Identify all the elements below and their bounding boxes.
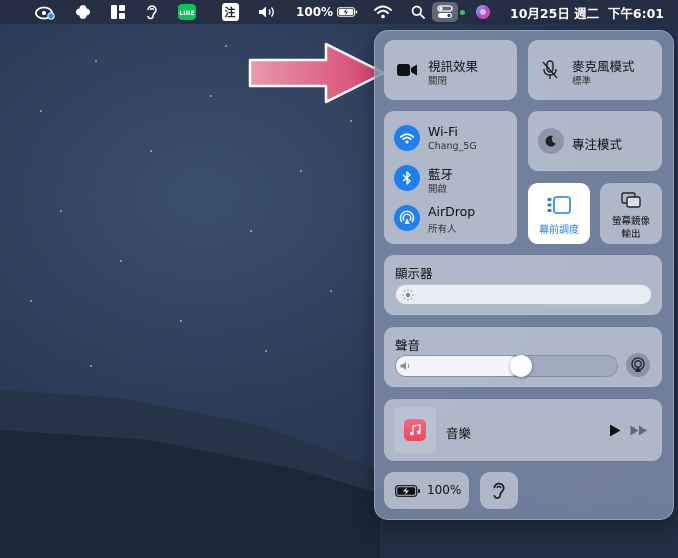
stage-manager-label: 幕前調度: [539, 225, 579, 236]
input-method-indicator[interactable]: 注: [219, 0, 241, 24]
music-app-icon: [404, 419, 426, 441]
speaker-icon: [400, 362, 410, 370]
video-camera-icon: [397, 64, 417, 76]
album-art: [394, 407, 436, 453]
brightness-sun-icon: [402, 289, 414, 301]
volume-slider-fill: [396, 356, 520, 376]
control-center-icon[interactable]: [432, 2, 458, 22]
sound-tile: 聲音: [384, 327, 662, 387]
hearing-tile[interactable]: [480, 472, 518, 509]
battery-status[interactable]: 100%: [296, 0, 358, 24]
fast-forward-button[interactable]: [630, 425, 648, 436]
screen-mirroring-tile[interactable]: 螢幕鏡像 輸出: [600, 183, 662, 244]
focus-toggle: [538, 128, 564, 154]
annotation-arrow: [248, 42, 386, 104]
screen-mirroring-icon: [621, 192, 641, 208]
window-layout-icon[interactable]: [108, 0, 128, 24]
menu-bar: LINE 注 100% 10月25日 週二 下午6:01: [0, 0, 678, 24]
battery-tile[interactable]: 100%: [384, 472, 469, 509]
airplay-audio-button[interactable]: [626, 353, 650, 377]
pinwheel-icon[interactable]: [72, 0, 94, 24]
ear-hearing-icon[interactable]: [142, 0, 162, 24]
siri-icon[interactable]: [472, 0, 494, 24]
airdrop-toggle[interactable]: [394, 205, 420, 231]
video-effects-tile[interactable]: 視訊效果 關閉: [384, 40, 517, 100]
battery-charging-icon: [395, 485, 420, 497]
moon-icon: [545, 135, 556, 147]
volume-slider-knob[interactable]: [510, 355, 532, 377]
wifi-toggle[interactable]: [394, 125, 420, 151]
connectivity-tile: Wi-Fi Chang_5G 藍牙 開啟 AirDrop 所有人: [384, 111, 517, 244]
airdrop-icon: [399, 210, 415, 224]
wifi-icon[interactable]: [372, 0, 394, 24]
spotlight-search-icon[interactable]: [408, 0, 428, 24]
stage-manager-icon: [547, 196, 571, 214]
mic-in-use-dot: [458, 0, 466, 24]
line-app-icon[interactable]: LINE: [176, 0, 198, 24]
now-playing-tile: 音樂: [384, 399, 662, 461]
ear-hearing-icon: [493, 482, 505, 499]
control-center-panel: 視訊效果 關閉 麥克風模式 標準 Wi-Fi Chang_5G 藍牙 開啟 Ai…: [374, 30, 674, 520]
volume-icon[interactable]: [256, 0, 280, 24]
brightness-slider[interactable]: [395, 284, 652, 305]
battery-charging-icon: [337, 7, 358, 17]
svg-text:LINE: LINE: [179, 10, 194, 17]
clock-datetime[interactable]: 10月25日 週二 下午6:01: [502, 0, 672, 24]
focus-mode-tile[interactable]: 專注模式: [528, 111, 662, 171]
stage-manager-tile[interactable]: 幕前調度: [528, 183, 590, 244]
play-button[interactable]: [609, 424, 621, 437]
bluetooth-icon: [402, 171, 411, 185]
now-playing-app: 音樂: [446, 426, 472, 441]
mic-mode-tile[interactable]: 麥克風模式 標準: [528, 40, 662, 100]
mic-muted-icon: [542, 60, 558, 79]
bluetooth-toggle[interactable]: [394, 165, 420, 191]
cloud-sync-icon[interactable]: [32, 0, 58, 24]
display-tile: 顯示器: [384, 255, 662, 315]
airplay-audio-icon: [631, 357, 645, 372]
volume-slider[interactable]: [395, 355, 618, 377]
wifi-icon: [400, 132, 414, 144]
